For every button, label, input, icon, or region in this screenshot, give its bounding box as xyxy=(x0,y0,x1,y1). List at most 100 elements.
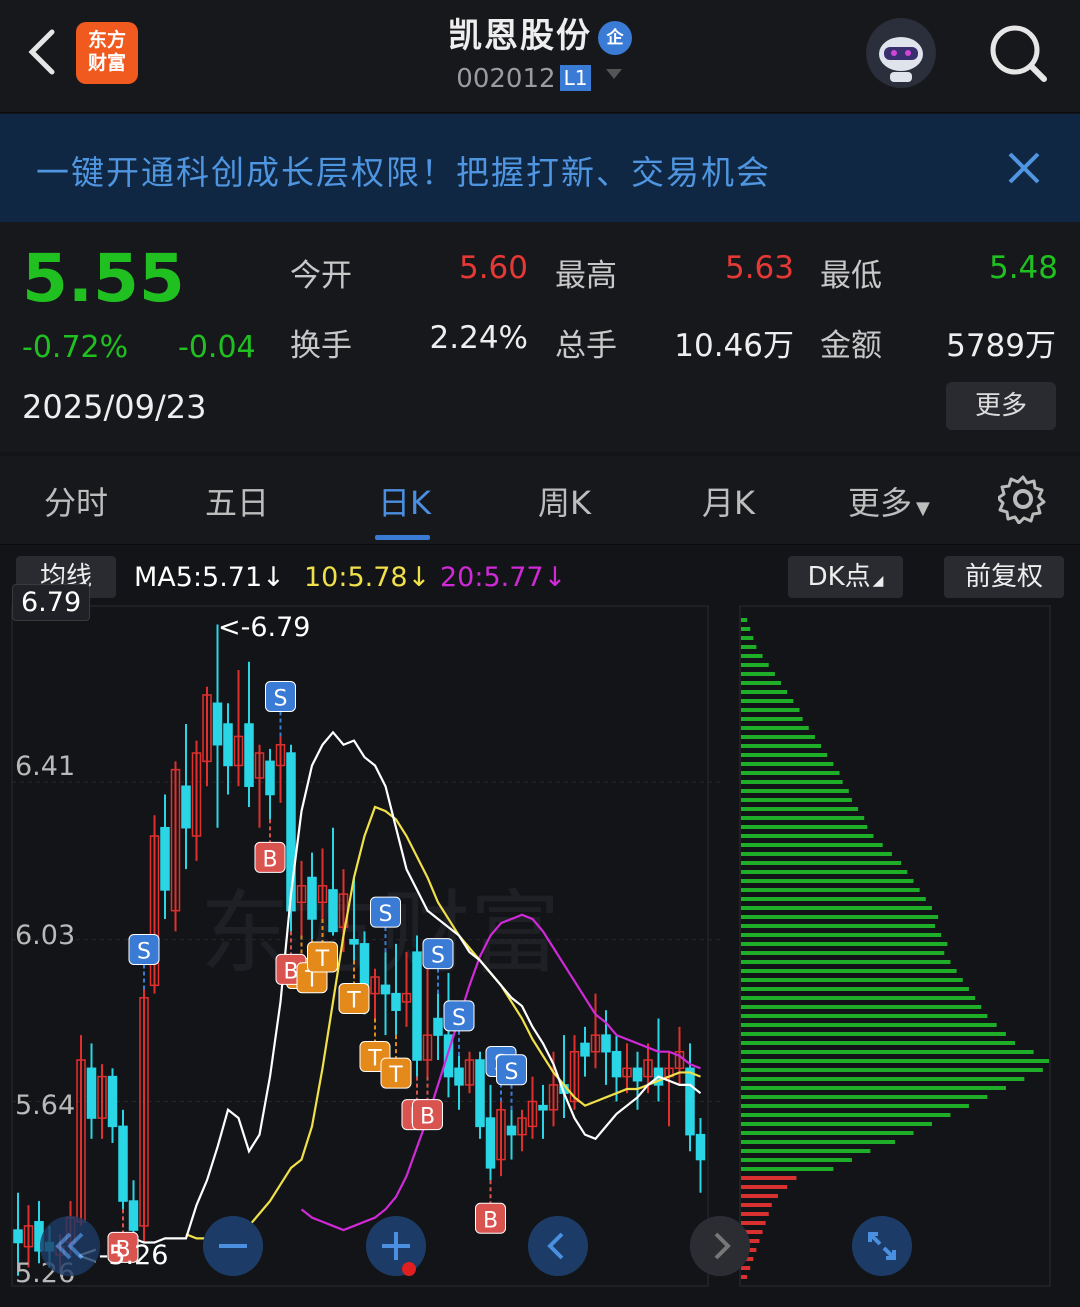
volume-profile-bar xyxy=(741,906,932,910)
volume-profile-bar xyxy=(741,897,926,901)
volume-profile-bar xyxy=(741,1194,778,1198)
candle-body xyxy=(86,1067,97,1119)
enterprise-badge: 企 xyxy=(598,20,632,55)
candle-body xyxy=(485,1117,496,1169)
volume-profile-bar xyxy=(741,1158,852,1162)
signal-label: T xyxy=(367,1047,382,1072)
volume-profile-bar xyxy=(741,1176,797,1180)
volume-profile-bar xyxy=(741,1149,871,1153)
quote-date: 2025/09/23 xyxy=(22,388,207,426)
signal-label: S xyxy=(505,1060,519,1085)
kline-chart[interactable]: 东方财富 SBSBTBTTSTTTSSBBSSB xyxy=(0,604,1080,1307)
volume-profile-bar xyxy=(741,843,883,847)
prev-icon[interactable] xyxy=(528,1216,588,1276)
fuquan-button[interactable]: 前复权 xyxy=(944,556,1064,598)
candle-body xyxy=(244,723,254,787)
volume-profile-bar xyxy=(741,1104,969,1108)
volume-profile-bar xyxy=(741,1041,1016,1045)
high-marker: <-6.79 xyxy=(218,612,311,643)
promo-banner-text[interactable]: 一键开通科创成长层权限！把握打新、交易机会 xyxy=(36,146,771,194)
candle-body xyxy=(601,1034,611,1053)
logo-line2: 财富 xyxy=(87,52,126,74)
gear-icon[interactable] xyxy=(998,474,1048,524)
volume-profile-bar xyxy=(741,1023,997,1027)
tab-more[interactable]: 更多 ▼ xyxy=(848,478,930,524)
volume-profile-bar xyxy=(741,870,908,874)
candle-body xyxy=(13,1229,23,1244)
tab-five-day[interactable]: 五日 xyxy=(205,478,269,524)
candle-body xyxy=(160,826,170,891)
candle-body xyxy=(412,951,422,1061)
quote-more-button[interactable]: 更多 xyxy=(946,382,1056,430)
turnover-value: 2.24% xyxy=(429,320,528,356)
candle-body xyxy=(265,760,275,796)
volume-profile-bar xyxy=(741,717,803,721)
signal-label: S xyxy=(431,944,445,969)
volume-profile-bar xyxy=(741,681,782,685)
volume-profile-bar xyxy=(741,942,948,946)
tab-monthly-k[interactable]: 月K xyxy=(702,478,755,524)
signal-label: B xyxy=(483,1208,498,1233)
volume-profile-bar xyxy=(741,852,892,856)
back-icon[interactable] xyxy=(22,26,62,78)
signal-label: S xyxy=(274,686,288,711)
volume-profile-bar xyxy=(741,753,828,757)
volume-profile-bar xyxy=(741,780,843,784)
turnover-label: 换手 xyxy=(290,328,352,364)
zoom-out-icon[interactable] xyxy=(203,1216,263,1276)
search-icon[interactable] xyxy=(984,20,1054,90)
crosshair-price-label: 6.79 xyxy=(12,584,91,621)
dk-point-button[interactable]: DK点 ◢ xyxy=(788,556,903,598)
candle-body xyxy=(454,1067,464,1086)
dropdown-triangle-icon xyxy=(605,69,622,79)
signal-label: S xyxy=(452,1006,466,1031)
candle-body xyxy=(632,1067,643,1082)
close-icon[interactable] xyxy=(1004,148,1044,188)
volume-profile-bar xyxy=(741,654,763,658)
volume-profile-bar xyxy=(741,789,849,793)
next-icon[interactable] xyxy=(690,1216,750,1276)
volume-profile-bar xyxy=(741,762,834,766)
high-value: 5.63 xyxy=(724,250,794,286)
candle-body xyxy=(695,1133,706,1161)
volume-profile-bar xyxy=(741,879,914,883)
signal-label: T xyxy=(388,1063,403,1088)
double-left-icon[interactable] xyxy=(40,1216,100,1276)
candle-body xyxy=(580,1042,590,1057)
change-percent: -0.72% xyxy=(22,330,129,365)
volume-profile-bar xyxy=(741,861,902,865)
open-label: 今开 xyxy=(290,258,352,294)
volume-profile-bar xyxy=(741,1185,788,1189)
candle-body xyxy=(506,1125,517,1136)
app-logo[interactable]: 东方 财富 xyxy=(76,22,138,84)
volume-profile-bar xyxy=(741,699,794,703)
volume-profile-bar xyxy=(741,1032,1006,1036)
volume-profile-bar xyxy=(741,735,815,739)
volume-profile-bar xyxy=(741,708,800,712)
signal-label: T xyxy=(346,988,361,1013)
volume-profile-bar xyxy=(741,807,859,811)
candle-body xyxy=(349,938,359,945)
volume-profile-bar xyxy=(741,834,874,838)
signal-label: B xyxy=(420,1105,435,1130)
volume-profile-bar xyxy=(741,627,751,631)
volume-profile-bar xyxy=(741,1167,834,1171)
tab-intraday[interactable]: 分时 xyxy=(44,478,108,524)
candle-body xyxy=(212,702,223,746)
robot-avatar[interactable] xyxy=(866,18,936,88)
fullscreen-icon[interactable] xyxy=(852,1216,912,1276)
volume-value: 10.46万 xyxy=(674,328,794,364)
signal-label: T xyxy=(315,947,330,972)
zoom-in-icon[interactable] xyxy=(366,1216,426,1276)
stock-name: 凯恩股份 xyxy=(448,16,592,56)
volume-profile-bar xyxy=(741,1095,988,1099)
tab-weekly-k[interactable]: 周K xyxy=(538,478,591,524)
candle-body xyxy=(611,1050,622,1078)
current-price: 5.55 xyxy=(22,240,185,317)
tab-daily-k[interactable]: 日K xyxy=(378,478,431,524)
stock-code-line[interactable]: 002012 L1 xyxy=(380,64,700,94)
signal-label: B xyxy=(283,959,298,984)
candle-body xyxy=(433,1017,443,1036)
volume-profile-bar xyxy=(741,825,868,829)
tab-more-label: 更多 xyxy=(848,484,913,522)
